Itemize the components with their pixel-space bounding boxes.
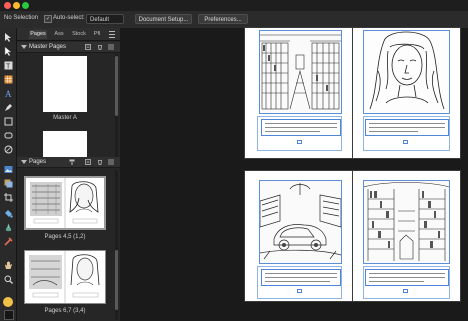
image-frame[interactable] xyxy=(259,180,342,264)
pen-icon[interactable] xyxy=(3,102,13,112)
svg-text:T: T xyxy=(6,63,11,70)
spread-label: Pages 6,7 (3,4) xyxy=(44,308,86,314)
tools-panel: T A xyxy=(0,28,17,321)
title-bar xyxy=(0,0,468,11)
master-pages-scrollbar[interactable] xyxy=(115,54,118,160)
rounded-rect-icon[interactable] xyxy=(3,130,13,140)
pages-title: Pages xyxy=(29,159,47,165)
apply-master-icon[interactable] xyxy=(69,159,75,165)
document-setup-button[interactable]: Document Setup... xyxy=(135,14,192,24)
selection-status: No Selection xyxy=(4,15,39,21)
collapse-triangle-icon[interactable] xyxy=(21,160,27,164)
pages-options-icon[interactable] xyxy=(108,159,114,165)
table-icon[interactable] xyxy=(3,74,13,84)
spread-label: Pages 4,5 (1,2) xyxy=(44,234,86,240)
master-page-thumbnail[interactable] xyxy=(43,56,87,112)
minimize-window-button[interactable] xyxy=(13,2,20,9)
margin-guide xyxy=(363,266,450,299)
image-frame[interactable] xyxy=(363,180,450,264)
node-icon[interactable] xyxy=(3,46,13,56)
spread-thumbnail-6-7[interactable] xyxy=(24,250,106,304)
transparency-icon[interactable] xyxy=(3,222,13,232)
panel-menu-icon[interactable] xyxy=(109,31,115,38)
image-frame[interactable] xyxy=(363,30,450,114)
secondary-color-swatch[interactable] xyxy=(4,310,14,320)
collapse-triangle-icon[interactable] xyxy=(21,45,27,49)
preferences-button[interactable]: Preferences... xyxy=(198,14,248,24)
spread-thumbnail-4-5[interactable] xyxy=(24,176,106,230)
insert-page-icon[interactable] xyxy=(85,159,91,165)
context-toolbar: No Selection ✓ Auto-select: Default Docu… xyxy=(0,11,468,29)
place-image-icon[interactable] xyxy=(3,178,13,188)
color-picker-icon[interactable] xyxy=(3,236,13,246)
margin-guide xyxy=(257,116,342,151)
master-pages-scrollbar-thumb[interactable] xyxy=(115,56,118,116)
primary-color-swatch[interactable] xyxy=(3,297,13,307)
tab-pages[interactable]: Pages xyxy=(29,30,47,39)
master-pages-header[interactable]: Master Pages xyxy=(17,42,120,53)
auto-select-label: Auto-select: xyxy=(53,15,85,21)
delete-master-icon[interactable] xyxy=(97,44,103,50)
pages-header[interactable]: Pages xyxy=(17,157,120,168)
page-right-bottom[interactable] xyxy=(353,171,460,301)
page-left-top[interactable] xyxy=(245,28,352,158)
ellipse-icon[interactable] xyxy=(3,144,13,154)
auto-select-dropdown[interactable]: Default xyxy=(86,14,124,24)
master-page-label: Master A xyxy=(53,115,77,121)
spread-preview-image xyxy=(25,251,105,303)
page-left-bottom[interactable] xyxy=(245,171,352,301)
tab-preflight[interactable]: Pfl xyxy=(92,30,102,39)
pages-panel: Pages Ass Stock Pfl Master Pages Master … xyxy=(17,28,120,321)
auto-select-checkbox[interactable]: ✓ xyxy=(44,15,52,23)
delete-page-icon[interactable] xyxy=(97,159,103,165)
margin-guide xyxy=(257,266,342,299)
pages-scrollbar-thumb[interactable] xyxy=(115,250,118,310)
tab-stock[interactable]: Stock xyxy=(70,30,88,39)
master-page-thumbnail-2[interactable] xyxy=(43,131,87,157)
fill-icon[interactable] xyxy=(3,208,13,218)
zoom-window-button[interactable] xyxy=(22,2,29,9)
coloring-illustration-store xyxy=(260,31,341,113)
master-pages-title: Master Pages xyxy=(29,44,67,50)
zoom-icon[interactable] xyxy=(3,274,13,284)
page-right-top[interactable] xyxy=(353,28,460,158)
master-options-icon[interactable] xyxy=(108,44,114,50)
image-frame[interactable] xyxy=(259,30,342,114)
margin-guide xyxy=(363,116,450,151)
artistic-text-icon[interactable]: A xyxy=(3,88,13,98)
close-window-button[interactable] xyxy=(4,2,11,9)
pages-scrollbar[interactable] xyxy=(115,170,118,320)
spread-preview-image xyxy=(26,178,104,228)
coloring-illustration-street xyxy=(259,181,342,263)
frame-text-icon[interactable]: T xyxy=(3,60,13,70)
hand-icon[interactable] xyxy=(3,260,13,270)
coloring-illustration-portrait xyxy=(364,31,449,113)
coloring-illustration-library xyxy=(363,181,450,263)
pointer-icon[interactable] xyxy=(3,32,13,42)
insert-master-icon[interactable] xyxy=(85,44,91,50)
tab-assets[interactable]: Ass xyxy=(52,30,66,39)
crop-icon[interactable] xyxy=(3,192,13,202)
rectangle-icon[interactable] xyxy=(3,116,13,126)
picture-frame-icon[interactable] xyxy=(3,164,13,174)
svg-text:A: A xyxy=(5,89,12,98)
document-canvas[interactable] xyxy=(121,28,468,321)
panel-tabs: Pages Ass Stock Pfl xyxy=(17,28,120,41)
